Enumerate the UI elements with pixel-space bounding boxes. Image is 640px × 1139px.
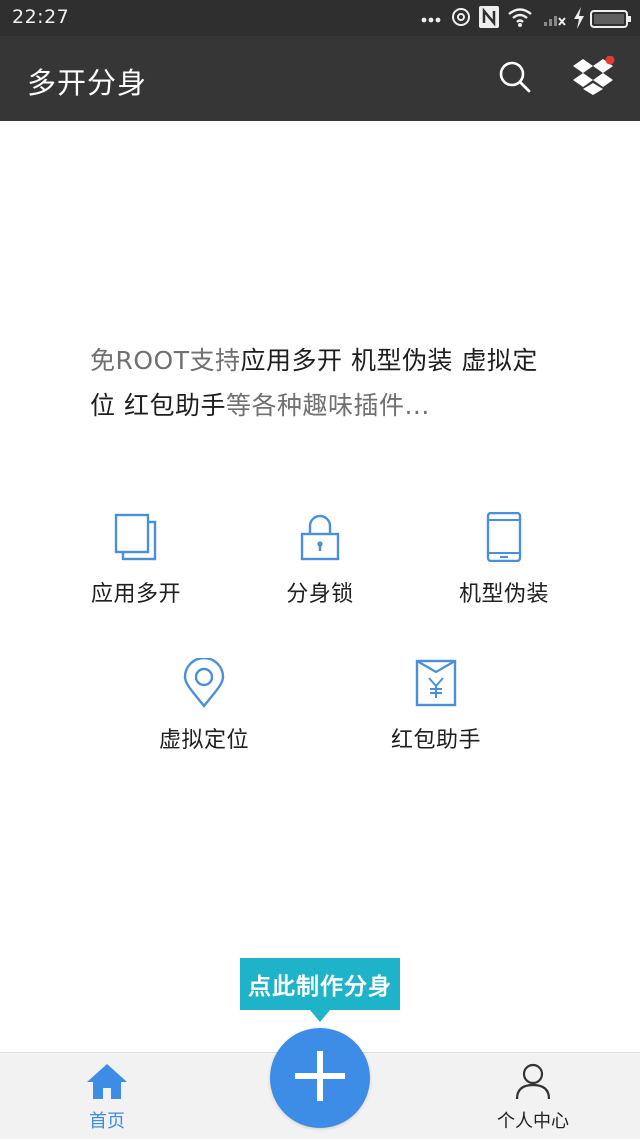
nav-profile-label: 个人中心	[497, 1111, 569, 1132]
feature-virtual-location[interactable]: 虚拟定位	[124, 656, 284, 754]
signal-icon	[542, 8, 566, 32]
battery-icon	[590, 9, 632, 33]
feature-multi-open[interactable]: 应用多开	[56, 512, 216, 608]
phone-icon	[424, 511, 584, 566]
intro-text: 免ROOT支持应用多开 机型伪装 虚拟定位 红包助手等各种趣味插件...	[90, 338, 560, 428]
location-pin-icon	[124, 656, 284, 712]
search-icon	[498, 60, 532, 98]
plus-icon	[293, 1049, 347, 1107]
feature-device-disguise[interactable]: 机型伪装	[424, 511, 584, 608]
create-clone-tooltip: 点此制作分身	[240, 958, 400, 1010]
intro-suffix: 等各种趣味插件...	[225, 391, 430, 420]
feature-label: 分身锁	[286, 582, 354, 607]
nav-profile[interactable]: 个人中心	[473, 1061, 593, 1133]
wifi-icon	[507, 6, 533, 32]
tooltip-arrow	[310, 1010, 330, 1022]
feature-red-envelope[interactable]: 红包助手	[356, 658, 516, 754]
status-bar: 22:27	[0, 0, 640, 36]
dropbox-button[interactable]	[570, 55, 616, 102]
status-time: 22:27	[12, 6, 70, 28]
feature-label: 应用多开	[90, 582, 181, 607]
hotspot-icon	[450, 6, 472, 34]
app-bar: 多开分身	[0, 36, 640, 121]
feature-app-lock[interactable]: 分身锁	[240, 512, 400, 608]
charging-icon	[572, 6, 586, 34]
lock-icon	[240, 512, 400, 566]
create-clone-button[interactable]	[270, 1028, 370, 1128]
feature-label: 红包助手	[390, 728, 481, 753]
dropbox-icon	[571, 55, 615, 102]
home-icon	[84, 1064, 130, 1105]
feature-label: 机型伪装	[458, 582, 549, 607]
search-button[interactable]	[492, 56, 538, 102]
more-dots-icon	[420, 8, 442, 32]
intro-prefix: 免ROOT支持	[90, 346, 241, 375]
app-title: 多开分身	[27, 66, 148, 100]
nav-home[interactable]: 首页	[47, 1061, 167, 1133]
user-icon	[513, 1063, 553, 1105]
nfc-icon	[478, 5, 500, 33]
multi-window-icon	[56, 512, 216, 566]
nav-home-label: 首页	[89, 1111, 125, 1132]
red-envelope-icon	[356, 658, 516, 712]
feature-label: 虚拟定位	[158, 728, 249, 753]
